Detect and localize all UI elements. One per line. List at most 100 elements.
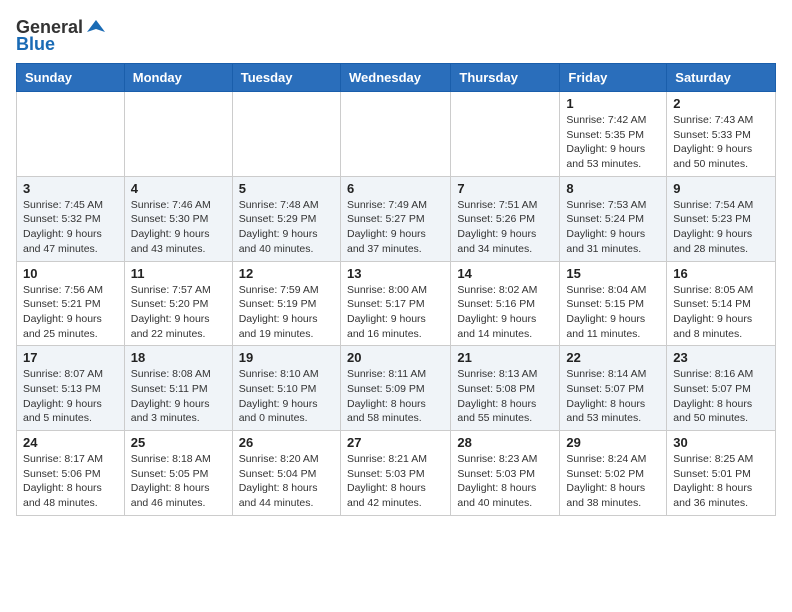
day-info: Sunrise: 8:10 AM Sunset: 5:10 PM Dayligh… [239,367,334,426]
day-number: 29 [566,435,660,450]
day-number: 15 [566,266,660,281]
calendar-cell: 22 Sunrise: 8:14 AM Sunset: 5:07 PM Dayli… [560,346,667,431]
calendar-cell: 12 Sunrise: 7:59 AM Sunset: 5:19 PM Dayli… [232,261,340,346]
day-info: Sunrise: 7:45 AM Sunset: 5:32 PM Dayligh… [23,198,118,257]
day-number: 2 [673,96,769,111]
calendar-week-row: 17 Sunrise: 8:07 AM Sunset: 5:13 PM Dayli… [17,346,776,431]
calendar-cell: 15 Sunrise: 8:04 AM Sunset: 5:15 PM Dayli… [560,261,667,346]
calendar-cell: 20 Sunrise: 8:11 AM Sunset: 5:09 PM Dayli… [340,346,450,431]
logo: General Blue [16,16,107,55]
calendar-cell: 17 Sunrise: 8:07 AM Sunset: 5:13 PM Dayli… [17,346,125,431]
calendar-cell: 26 Sunrise: 8:20 AM Sunset: 5:04 PM Dayli… [232,431,340,516]
calendar-cell [451,92,560,177]
day-info: Sunrise: 8:00 AM Sunset: 5:17 PM Dayligh… [347,283,444,342]
day-info: Sunrise: 8:11 AM Sunset: 5:09 PM Dayligh… [347,367,444,426]
calendar-cell: 18 Sunrise: 8:08 AM Sunset: 5:11 PM Dayli… [124,346,232,431]
day-info: Sunrise: 7:57 AM Sunset: 5:20 PM Dayligh… [131,283,226,342]
day-info: Sunrise: 8:21 AM Sunset: 5:03 PM Dayligh… [347,452,444,511]
weekday-header-monday: Monday [124,64,232,92]
calendar-week-row: 24Sunrise: 8:17 AM Sunset: 5:06 PM Dayli… [17,431,776,516]
calendar-cell [124,92,232,177]
day-number: 26 [239,435,334,450]
weekday-header-wednesday: Wednesday [340,64,450,92]
calendar-header-row: SundayMondayTuesdayWednesdayThursdayFrid… [17,64,776,92]
day-number: 14 [457,266,553,281]
day-info: Sunrise: 8:14 AM Sunset: 5:07 PM Dayligh… [566,367,660,426]
calendar-cell: 10Sunrise: 7:56 AM Sunset: 5:21 PM Dayli… [17,261,125,346]
calendar-cell: 28 Sunrise: 8:23 AM Sunset: 5:03 PM Dayli… [451,431,560,516]
day-number: 22 [566,350,660,365]
calendar-week-row: 3 Sunrise: 7:45 AM Sunset: 5:32 PM Daylig… [17,176,776,261]
calendar-cell: 30Sunrise: 8:25 AM Sunset: 5:01 PM Dayli… [667,431,776,516]
day-info: Sunrise: 8:23 AM Sunset: 5:03 PM Dayligh… [457,452,553,511]
weekday-header-friday: Friday [560,64,667,92]
calendar-cell: 9 Sunrise: 7:54 AM Sunset: 5:23 PM Daylig… [667,176,776,261]
calendar-cell: 27Sunrise: 8:21 AM Sunset: 5:03 PM Dayli… [340,431,450,516]
calendar-cell: 14 Sunrise: 8:02 AM Sunset: 5:16 PM Dayli… [451,261,560,346]
day-number: 21 [457,350,553,365]
calendar-cell: 29 Sunrise: 8:24 AM Sunset: 5:02 PM Dayli… [560,431,667,516]
calendar-cell [17,92,125,177]
day-info: Sunrise: 8:08 AM Sunset: 5:11 PM Dayligh… [131,367,226,426]
day-info: Sunrise: 8:20 AM Sunset: 5:04 PM Dayligh… [239,452,334,511]
day-info: Sunrise: 8:02 AM Sunset: 5:16 PM Dayligh… [457,283,553,342]
calendar-cell: 16 Sunrise: 8:05 AM Sunset: 5:14 PM Dayli… [667,261,776,346]
day-number: 10 [23,266,118,281]
day-number: 3 [23,181,118,196]
calendar-cell: 7 Sunrise: 7:51 AM Sunset: 5:26 PM Daylig… [451,176,560,261]
day-number: 23 [673,350,769,365]
calendar-week-row: 1 Sunrise: 7:42 AM Sunset: 5:35 PM Daylig… [17,92,776,177]
day-info: Sunrise: 7:51 AM Sunset: 5:26 PM Dayligh… [457,198,553,257]
calendar-cell: 24Sunrise: 8:17 AM Sunset: 5:06 PM Dayli… [17,431,125,516]
calendar-cell: 3 Sunrise: 7:45 AM Sunset: 5:32 PM Daylig… [17,176,125,261]
day-info: Sunrise: 8:07 AM Sunset: 5:13 PM Dayligh… [23,367,118,426]
day-number: 28 [457,435,553,450]
calendar-cell: 23 Sunrise: 8:16 AM Sunset: 5:07 PM Dayli… [667,346,776,431]
calendar-cell: 1 Sunrise: 7:42 AM Sunset: 5:35 PM Daylig… [560,92,667,177]
calendar-table: SundayMondayTuesdayWednesdayThursdayFrid… [16,63,776,516]
day-number: 6 [347,181,444,196]
calendar-cell: 21 Sunrise: 8:13 AM Sunset: 5:08 PM Dayli… [451,346,560,431]
day-number: 11 [131,266,226,281]
logo-blue-text: Blue [16,34,55,55]
page-header: General Blue [16,16,776,55]
weekday-header-saturday: Saturday [667,64,776,92]
day-info: Sunrise: 8:16 AM Sunset: 5:07 PM Dayligh… [673,367,769,426]
day-number: 17 [23,350,118,365]
day-number: 5 [239,181,334,196]
day-number: 1 [566,96,660,111]
day-number: 20 [347,350,444,365]
calendar-cell: 2 Sunrise: 7:43 AM Sunset: 5:33 PM Daylig… [667,92,776,177]
day-number: 8 [566,181,660,196]
day-info: Sunrise: 7:48 AM Sunset: 5:29 PM Dayligh… [239,198,334,257]
day-number: 18 [131,350,226,365]
day-info: Sunrise: 8:05 AM Sunset: 5:14 PM Dayligh… [673,283,769,342]
day-info: Sunrise: 7:43 AM Sunset: 5:33 PM Dayligh… [673,113,769,172]
calendar-cell: 19 Sunrise: 8:10 AM Sunset: 5:10 PM Dayli… [232,346,340,431]
day-number: 9 [673,181,769,196]
day-info: Sunrise: 8:13 AM Sunset: 5:08 PM Dayligh… [457,367,553,426]
day-number: 12 [239,266,334,281]
calendar-cell [232,92,340,177]
day-number: 30 [673,435,769,450]
day-number: 19 [239,350,334,365]
calendar-cell: 11 Sunrise: 7:57 AM Sunset: 5:20 PM Dayli… [124,261,232,346]
day-info: Sunrise: 7:42 AM Sunset: 5:35 PM Dayligh… [566,113,660,172]
day-info: Sunrise: 7:54 AM Sunset: 5:23 PM Dayligh… [673,198,769,257]
logo-bird-icon [85,16,107,38]
day-number: 13 [347,266,444,281]
calendar-cell: 8 Sunrise: 7:53 AM Sunset: 5:24 PM Daylig… [560,176,667,261]
day-number: 25 [131,435,226,450]
calendar-cell: 25Sunrise: 8:18 AM Sunset: 5:05 PM Dayli… [124,431,232,516]
day-info: Sunrise: 8:17 AM Sunset: 5:06 PM Dayligh… [23,452,118,511]
day-info: Sunrise: 7:53 AM Sunset: 5:24 PM Dayligh… [566,198,660,257]
weekday-header-sunday: Sunday [17,64,125,92]
day-info: Sunrise: 7:59 AM Sunset: 5:19 PM Dayligh… [239,283,334,342]
calendar-cell [340,92,450,177]
calendar-cell: 4Sunrise: 7:46 AM Sunset: 5:30 PM Daylig… [124,176,232,261]
day-info: Sunrise: 8:24 AM Sunset: 5:02 PM Dayligh… [566,452,660,511]
day-info: Sunrise: 7:49 AM Sunset: 5:27 PM Dayligh… [347,198,444,257]
day-number: 7 [457,181,553,196]
day-number: 16 [673,266,769,281]
day-info: Sunrise: 8:04 AM Sunset: 5:15 PM Dayligh… [566,283,660,342]
